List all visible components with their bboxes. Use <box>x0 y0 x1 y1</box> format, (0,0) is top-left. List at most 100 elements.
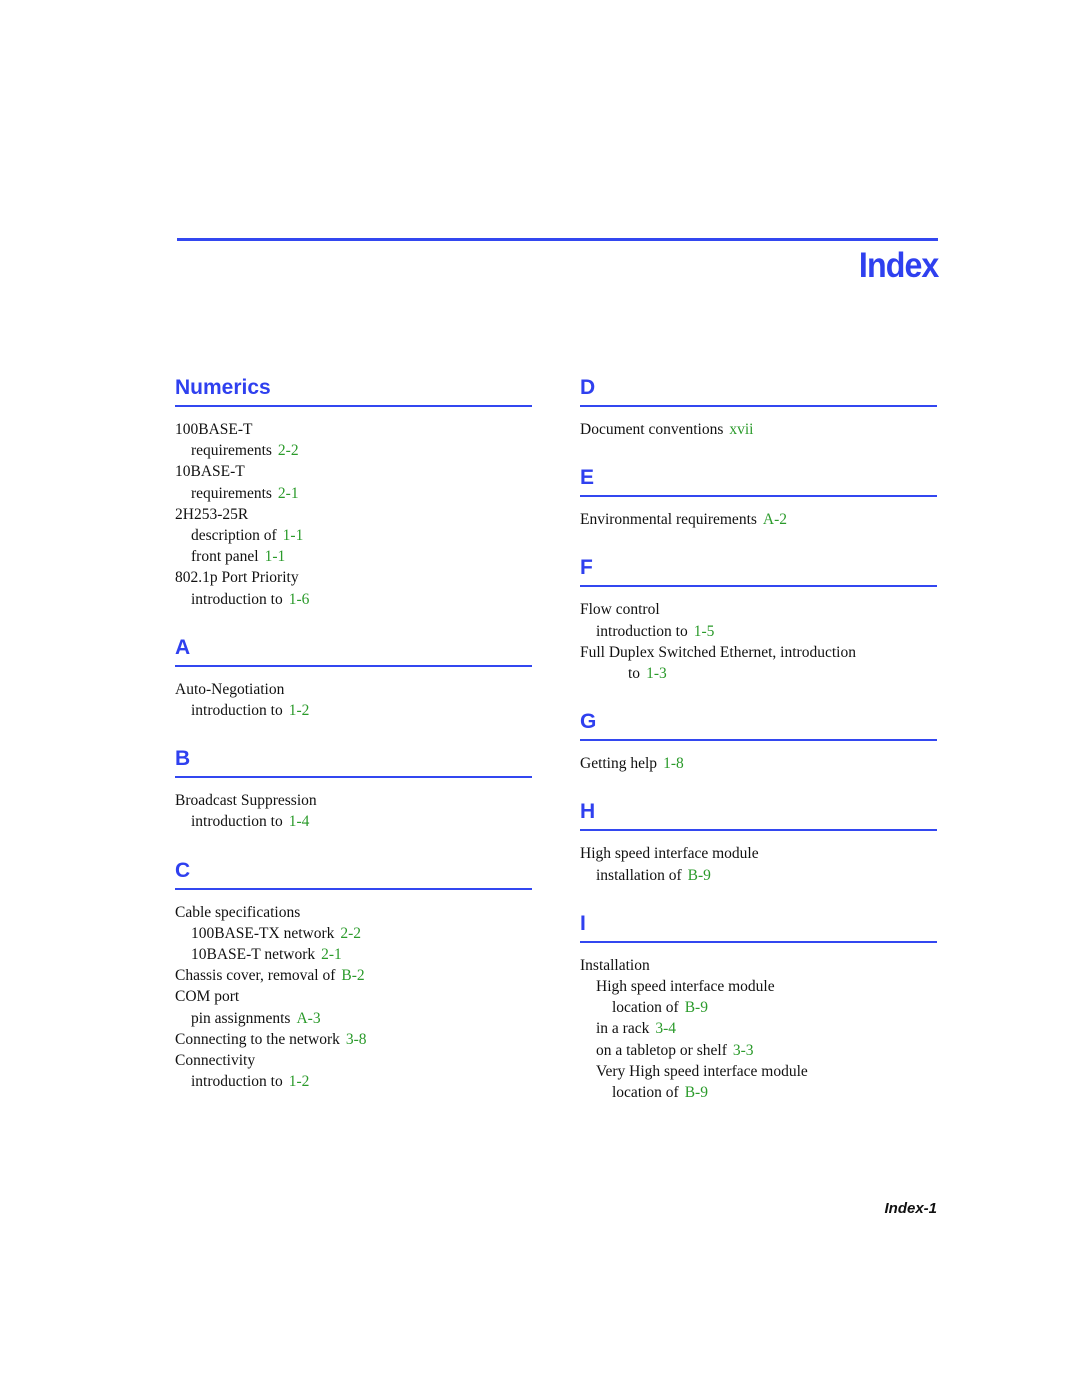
index-entry: introduction to 1-4 <box>175 811 532 832</box>
index-entry: location of B-9 <box>580 1082 937 1103</box>
index-entry: introduction to 1-5 <box>580 621 937 642</box>
entry-text: Installation <box>580 956 650 974</box>
entry-text: COM port <box>175 988 240 1006</box>
index-entry: 10BASE-T <box>175 461 532 482</box>
page-ref-link[interactable]: xvii <box>729 421 753 438</box>
page-ref-link[interactable]: 1-1 <box>265 548 286 565</box>
index-entry: Full Duplex Switched Ethernet, introduct… <box>580 642 937 663</box>
section-heading: Numerics <box>175 376 271 399</box>
entry-text: requirements <box>191 442 272 460</box>
index-entry: COM port <box>175 986 532 1007</box>
section-numerics: Numerics 100BASE-T requirements 2-2 10BAS… <box>175 374 532 634</box>
page-ref-link[interactable]: 2-2 <box>340 925 361 942</box>
index-entry: introduction to 1-2 <box>175 1071 532 1092</box>
section-c: C Cable specifications 100BASE-TX networ… <box>175 857 532 1117</box>
entry-text: description of <box>191 527 277 545</box>
page-ref-link[interactable]: 2-2 <box>278 442 299 459</box>
entry-text: 100BASE-T <box>175 421 253 438</box>
section-heading: H <box>580 800 596 824</box>
page-ref-link[interactable]: 3-8 <box>346 1031 367 1048</box>
index-entry: requirements 2-2 <box>175 440 532 461</box>
section-e: E Environmental requirements A-2 <box>580 464 937 554</box>
entry-text: 10BASE-T network <box>191 946 316 964</box>
entry-text: High speed interface module <box>596 978 775 996</box>
page-ref-link[interactable]: A-3 <box>296 1010 320 1027</box>
index-entry: in a rack 3-4 <box>580 1018 937 1039</box>
index-entry: description of 1-1 <box>175 525 532 546</box>
index-entry: location of B-9 <box>580 997 937 1018</box>
index-entry: introduction to 1-2 <box>175 700 532 721</box>
page-title: Index <box>858 246 938 285</box>
section-heading: B <box>175 747 191 771</box>
index-entry: 2H253-25R <box>175 504 532 525</box>
index-entry: Document conventions xvii <box>580 419 937 440</box>
section-heading: I <box>580 911 586 935</box>
page-ref-link[interactable]: 1-5 <box>694 623 715 640</box>
entry-text: Getting help <box>580 755 658 773</box>
entry-text: introduction to <box>596 622 688 640</box>
page-ref-link[interactable]: 1-4 <box>289 813 310 830</box>
section-i: I Installation High speed interface modu… <box>580 910 937 1127</box>
index-entry: 10BASE-T network 2-1 <box>175 944 532 965</box>
entry-text: in a rack <box>596 1020 650 1038</box>
index-entry: Connecting to the network 3-8 <box>175 1029 532 1050</box>
index-entry: requirements 2-1 <box>175 483 532 504</box>
entry-text: front panel <box>191 548 259 566</box>
page-ref-link[interactable]: 1-2 <box>289 1073 310 1090</box>
entry-text: on a tabletop or shelf <box>596 1041 727 1059</box>
section-a: A Auto-Negotiation introduction to 1-2 <box>175 634 532 745</box>
index-entry: Installation <box>580 955 937 976</box>
entry-text: requirements <box>191 484 272 502</box>
index-entry: pin assignments A-3 <box>175 1008 532 1029</box>
entry-text: Flow control <box>580 601 660 619</box>
entry-text: Document conventions <box>580 421 724 438</box>
entry-text: High speed interface module <box>580 845 759 863</box>
entry-text: Connectivity <box>175 1052 256 1070</box>
section-heading: D <box>580 376 596 399</box>
index-entry: High speed interface module <box>580 843 937 864</box>
page-ref-link[interactable]: 1-1 <box>283 527 304 544</box>
index-column-left: Numerics 100BASE-T requirements 2-2 10BAS… <box>175 374 532 1116</box>
page-ref-link[interactable]: B-9 <box>685 999 708 1016</box>
entry-text: introduction to <box>191 1073 283 1091</box>
index-entry: on a tabletop or shelf 3-3 <box>580 1040 937 1061</box>
index-column-right: D Document conventions xvii E Environment… <box>580 374 937 1127</box>
index-entry: 802.1p Port Priority <box>175 567 532 588</box>
index-entry: Chassis cover, removal of B-2 <box>175 965 532 986</box>
entry-text: 100BASE-TX network <box>191 924 335 942</box>
page-ref-link[interactable]: 3-4 <box>655 1020 676 1037</box>
index-entry: Cable specifications <box>175 902 532 923</box>
page-ref-link[interactable]: B-2 <box>341 967 364 984</box>
index-entry: Connectivity <box>175 1050 532 1071</box>
index-entry: Environmental requirements A-2 <box>580 509 937 530</box>
entry-text: Full Duplex Switched Ethernet, introduct… <box>580 643 856 661</box>
index-entry: Flow control <box>580 599 937 620</box>
index-entry: introduction to 1-6 <box>175 589 532 610</box>
section-heading: E <box>580 466 595 490</box>
entry-text: installation of <box>596 866 682 884</box>
page-ref-link[interactable]: 1-3 <box>646 665 667 682</box>
page-ref-link[interactable]: B-9 <box>688 867 711 884</box>
page-ref-link[interactable]: 1-6 <box>289 591 310 608</box>
entry-text: 10BASE-T <box>175 463 245 481</box>
entry-text: location of <box>612 999 679 1017</box>
section-heading: A <box>175 635 191 659</box>
section-heading: F <box>580 556 593 580</box>
entry-text: Chassis cover, removal of <box>175 967 336 985</box>
entry-text: introduction to <box>191 813 283 831</box>
index-entry: Getting help 1-8 <box>580 753 937 774</box>
index-entry: Broadcast Suppression <box>175 790 532 811</box>
page-ref-link[interactable]: B-9 <box>685 1084 708 1101</box>
page-ref-link[interactable]: 3-3 <box>733 1042 754 1059</box>
page-ref-link[interactable]: 1-2 <box>289 702 310 719</box>
index-entry: Auto-Negotiation <box>175 679 532 700</box>
page-ref-link[interactable]: 2-1 <box>321 946 342 963</box>
entry-text: Environmental requirements <box>580 511 757 529</box>
index-entry: 100BASE-TX network 2-2 <box>175 923 532 944</box>
index-entry: High speed interface module <box>580 976 937 997</box>
entry-text: Connecting to the network <box>175 1030 340 1048</box>
page-ref-link[interactable]: 2-1 <box>278 485 299 502</box>
entry-text: introduction to <box>191 702 283 720</box>
page-ref-link[interactable]: A-2 <box>763 511 787 528</box>
page-ref-link[interactable]: 1-8 <box>663 755 684 772</box>
